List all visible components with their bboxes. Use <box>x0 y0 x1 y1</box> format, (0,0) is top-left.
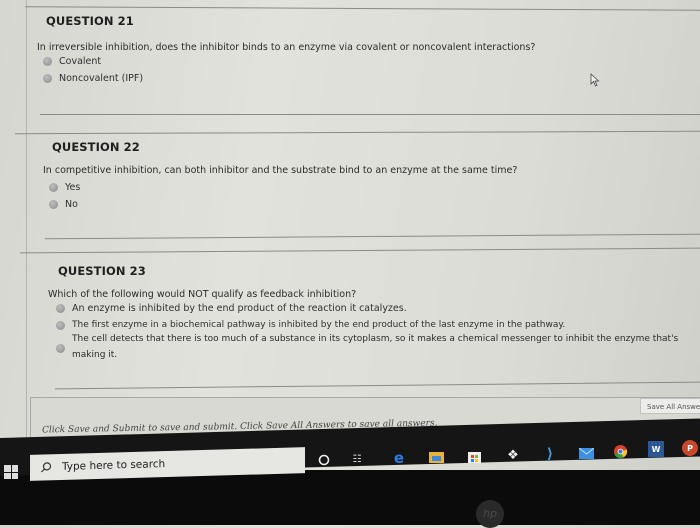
question-21-title: QUESTION 21 <box>46 14 134 28</box>
option-label: The first enzyme in a biochemical pathwa… <box>72 320 566 330</box>
divider <box>15 130 700 135</box>
radio-button[interactable] <box>49 200 58 209</box>
chrome-icon[interactable] <box>612 443 628 459</box>
mouse-cursor-icon <box>590 73 600 87</box>
question-23-title: QUESTION 23 <box>58 264 146 278</box>
question-22-option-no[interactable]: No <box>49 199 78 210</box>
option-label: No <box>65 199 78 210</box>
hp-logo: hp <box>476 500 504 528</box>
radio-button[interactable] <box>43 57 52 66</box>
question-21-text: In irreversible inhibition, does the inh… <box>37 42 536 53</box>
search-placeholder: Type here to search <box>62 458 166 473</box>
question-23-option-c[interactable] <box>56 344 72 353</box>
page-left-border <box>26 0 27 440</box>
option-label: Noncovalent (IPF) <box>59 73 144 84</box>
word-icon[interactable]: W <box>648 441 664 457</box>
option-label: Covalent <box>59 56 102 67</box>
radio-button[interactable] <box>56 320 65 330</box>
divider <box>40 114 700 115</box>
cortana-icon[interactable] <box>316 452 332 468</box>
option-label: Yes <box>65 182 81 193</box>
divider <box>25 6 700 11</box>
question-23-option-a[interactable]: An enzyme is inhibited by the end produc… <box>56 303 407 314</box>
dropbox-icon[interactable]: ❖ <box>505 447 521 463</box>
windows-start-icon[interactable] <box>4 465 18 479</box>
search-icon <box>41 462 52 473</box>
save-all-answers-button[interactable]: Save All Answers <box>640 398 700 414</box>
store-icon[interactable] <box>466 448 482 464</box>
question-23-text: Which of the following would NOT qualify… <box>48 289 357 300</box>
question-23-option-b[interactable]: The first enzyme in a biochemical pathwa… <box>56 320 565 330</box>
option-label-continued: making it. <box>72 350 118 360</box>
edge-icon[interactable]: e <box>391 449 407 467</box>
task-view-icon[interactable]: ☷ <box>349 451 365 467</box>
question-22-text: In competitive inhibition, can both inhi… <box>43 165 518 176</box>
divider <box>55 381 700 390</box>
radio-button[interactable] <box>43 74 52 83</box>
radio-button[interactable] <box>49 183 58 192</box>
file-explorer-icon[interactable] <box>428 449 444 465</box>
question-21-option-noncovalent[interactable]: Noncovalent (IPF) <box>43 73 143 84</box>
radio-button[interactable] <box>56 304 65 313</box>
radio-button[interactable] <box>56 344 65 353</box>
divider <box>45 233 700 240</box>
question-22-title: QUESTION 22 <box>52 140 140 154</box>
option-label: The cell detects that there is too much … <box>72 334 679 344</box>
visual-studio-icon[interactable]: ⟩ <box>542 446 558 462</box>
divider <box>20 247 700 254</box>
powerpoint-icon[interactable]: P <box>682 440 698 456</box>
question-21-option-covalent[interactable]: Covalent <box>43 56 101 67</box>
option-label: An enzyme is inhibited by the end produc… <box>72 303 407 314</box>
question-22-option-yes[interactable]: Yes <box>49 182 80 193</box>
mail-icon[interactable] <box>578 445 594 461</box>
